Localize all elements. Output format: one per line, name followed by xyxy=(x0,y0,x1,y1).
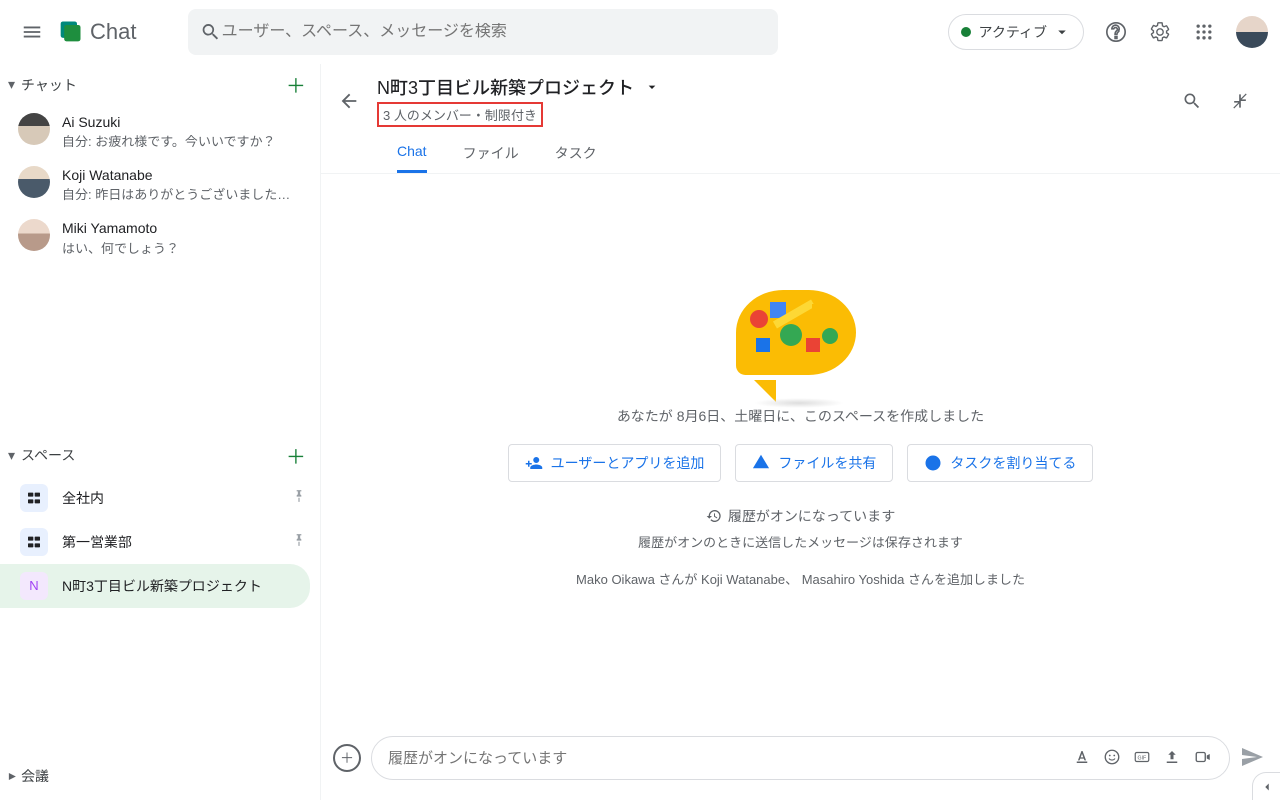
chat-item[interactable]: Miki Yamamotoはい、何でしょう？ xyxy=(0,211,320,264)
space-name: 全社内 xyxy=(62,488,104,508)
chevron-down-icon[interactable] xyxy=(644,79,660,95)
add-people-button[interactable]: ユーザーとアプリを追加 xyxy=(508,444,722,482)
search-in-space-icon[interactable] xyxy=(1172,81,1212,121)
section-spaces-header[interactable]: ▾ スペース ＋ xyxy=(0,435,320,476)
assign-task-button[interactable]: タスクを割り当てる xyxy=(907,444,1093,482)
chevron-down-icon xyxy=(1053,23,1071,41)
section-chat-header[interactable]: ▾ チャット ＋ xyxy=(0,64,320,105)
share-file-button[interactable]: ファイルを共有 xyxy=(735,444,893,482)
history-icon xyxy=(706,508,722,524)
section-meet-header[interactable]: ▾ 会議 xyxy=(0,760,320,800)
member-added-text: Mako Oikawa さんが Koji Watanabe、 Masahiro … xyxy=(576,569,1025,588)
space-avatar-icon xyxy=(20,484,48,512)
video-icon[interactable] xyxy=(1193,748,1213,769)
members-restricted-label[interactable]: 3 人のメンバー・制限付き xyxy=(377,102,543,127)
app-title: Chat xyxy=(90,19,136,45)
chat-name: Miki Yamamoto xyxy=(62,219,179,237)
chat-preview: 自分: 昨日はありがとうございました… xyxy=(62,184,290,203)
section-meet-label: 会議 xyxy=(21,766,49,786)
section-spaces-label: スペース xyxy=(21,445,75,465)
settings-icon[interactable] xyxy=(1140,12,1180,52)
chat-name: Ai Suzuki xyxy=(62,113,276,131)
search-bar[interactable] xyxy=(188,9,778,55)
space-item[interactable]: 第一営業部 xyxy=(0,520,320,564)
status-dropdown[interactable]: アクティブ xyxy=(948,14,1084,50)
account-avatar[interactable] xyxy=(1236,16,1268,48)
chat-preview: はい、何でしょう？ xyxy=(62,238,179,257)
new-space-button[interactable]: ＋ xyxy=(286,441,306,470)
section-chat-label: チャット xyxy=(21,75,77,95)
space-avatar-icon xyxy=(20,528,48,556)
avatar xyxy=(18,113,50,145)
chevron-right-icon: ▾ xyxy=(3,772,20,779)
space-item-selected[interactable]: N N町3丁目ビル新築プロジェクト xyxy=(0,564,310,608)
collapse-icon[interactable] xyxy=(1220,81,1260,121)
chat-logo-icon xyxy=(56,18,84,46)
message-composer[interactable]: GIF xyxy=(371,736,1230,780)
status-label: アクティブ xyxy=(979,22,1047,42)
message-input[interactable] xyxy=(388,750,1073,767)
empty-space-illustration xyxy=(736,290,866,390)
search-input[interactable] xyxy=(222,23,767,41)
space-avatar-icon: N xyxy=(20,572,48,600)
side-panel-toggle[interactable] xyxy=(1252,772,1280,800)
chat-preview: 自分: お疲れ様です。今いいですか？ xyxy=(62,131,276,150)
history-description: 履歴がオンのときに送信したメッセージは保存されます xyxy=(638,532,963,551)
status-dot-icon xyxy=(961,27,971,37)
tab-tasks[interactable]: タスク xyxy=(555,137,597,173)
space-created-text: あなたが 8月6日、土曜日に、このスペースを作成しました xyxy=(617,406,984,426)
composer-add-button[interactable]: ＋ xyxy=(333,744,361,772)
drive-icon xyxy=(752,454,770,472)
space-name: 第一営業部 xyxy=(62,532,132,552)
space-item[interactable]: 全社内 xyxy=(0,476,320,520)
chat-item[interactable]: Koji Watanabe自分: 昨日はありがとうございました… xyxy=(0,158,320,211)
emoji-icon[interactable] xyxy=(1103,748,1121,769)
apps-grid-icon[interactable] xyxy=(1184,12,1224,52)
avatar xyxy=(18,166,50,198)
svg-text:GIF: GIF xyxy=(1138,755,1147,761)
chevron-down-icon: ▾ xyxy=(8,447,15,464)
menu-icon[interactable] xyxy=(12,12,52,52)
chat-name: Koji Watanabe xyxy=(62,166,290,184)
history-on-label: 履歴がオンになっています xyxy=(706,506,895,526)
avatar xyxy=(18,219,50,251)
search-icon xyxy=(200,21,221,43)
format-icon[interactable] xyxy=(1073,748,1091,769)
help-icon[interactable] xyxy=(1096,12,1136,52)
add-people-icon xyxy=(525,454,543,472)
space-name: N町3丁目ビル新築プロジェクト xyxy=(62,576,262,596)
pin-icon[interactable] xyxy=(292,489,306,506)
back-icon[interactable] xyxy=(329,81,369,121)
app-logo[interactable]: Chat xyxy=(56,18,136,46)
new-chat-button[interactable]: ＋ xyxy=(286,70,306,99)
send-button[interactable] xyxy=(1240,745,1264,772)
tab-chat[interactable]: Chat xyxy=(397,137,427,173)
chat-item[interactable]: Ai Suzuki自分: お疲れ様です。今いいですか？ xyxy=(0,105,320,158)
space-title: N町3丁目ビル新築プロジェクト xyxy=(377,74,634,100)
pin-icon[interactable] xyxy=(292,533,306,550)
task-icon xyxy=(924,454,942,472)
tab-files[interactable]: ファイル xyxy=(463,137,519,173)
chevron-down-icon: ▾ xyxy=(8,76,15,93)
upload-icon[interactable] xyxy=(1163,748,1181,769)
gif-icon[interactable]: GIF xyxy=(1133,748,1151,769)
